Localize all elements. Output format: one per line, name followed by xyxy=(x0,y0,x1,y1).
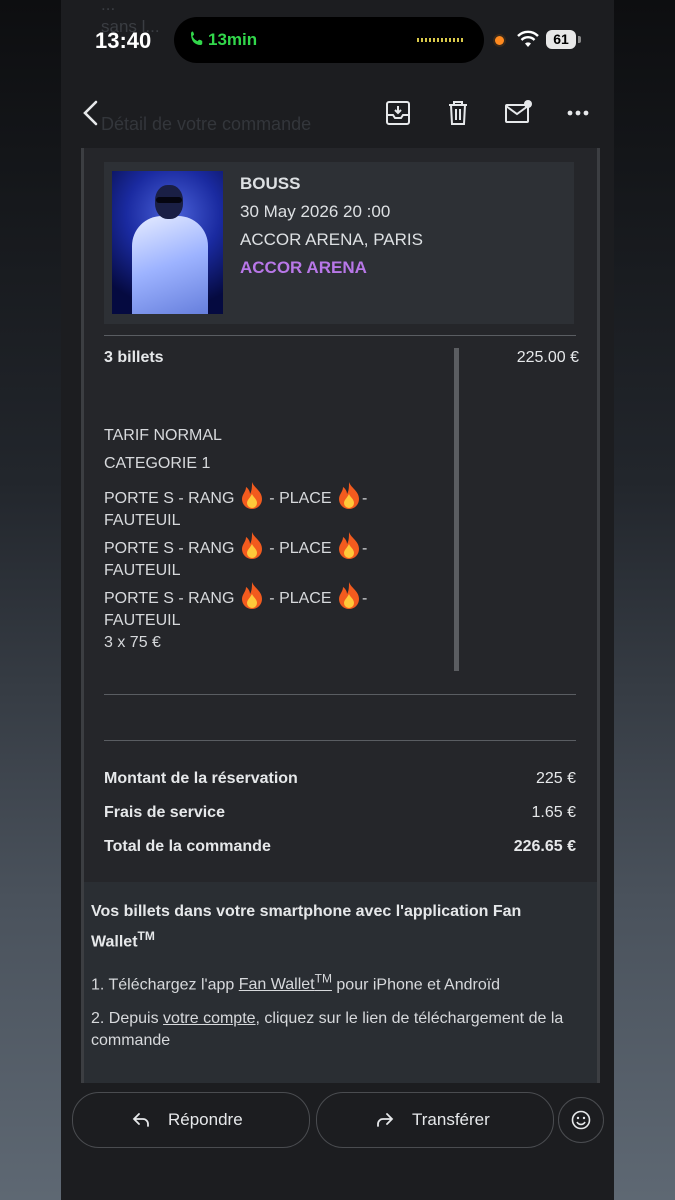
email-body: BOUSS 30 May 2026 20 :00 ACCOR ARENA, PA… xyxy=(81,148,600,1083)
forward-button[interactable]: Transférer xyxy=(316,1092,554,1148)
fire-emoji xyxy=(241,482,262,509)
back-icon[interactable] xyxy=(75,96,109,130)
reply-button[interactable]: Répondre xyxy=(72,1092,310,1148)
fire-emoji xyxy=(241,532,262,559)
unit-price: 3 x 75 € xyxy=(104,634,161,651)
battery-indicator: 61 xyxy=(546,30,576,49)
tickets-price: 225.00 € xyxy=(516,349,579,366)
fire-emoji xyxy=(241,582,262,609)
emoji-icon xyxy=(571,1110,591,1130)
divider xyxy=(104,335,576,336)
artist-poster-image xyxy=(112,171,223,314)
fire-emoji xyxy=(338,532,359,559)
tariff-label: TARIF NORMAL xyxy=(104,427,222,444)
event-date: 30 May 2026 20 :00 xyxy=(240,202,391,221)
clock: 13:40 xyxy=(95,28,152,53)
total-value: 226.65 € xyxy=(513,838,576,855)
venue-link[interactable]: ACCOR ARENA xyxy=(240,258,367,278)
dynamic-island-call[interactable]: 13min xyxy=(174,17,484,63)
emoji-reaction-button[interactable] xyxy=(558,1097,604,1143)
wifi-icon xyxy=(517,30,539,47)
reservation-value: 225 € xyxy=(535,770,576,787)
scrolled-heading-ghost: Détail de votre commande xyxy=(101,114,312,134)
fan-wallet-link[interactable]: Fan WalletTM xyxy=(239,972,332,993)
wallet-step-2: 2. Depuis votre compte, cliquez sur le l… xyxy=(91,1010,564,1049)
event-card: BOUSS 30 May 2026 20 :00 ACCOR ARENA, PA… xyxy=(104,162,574,324)
fire-emoji xyxy=(338,482,359,509)
archive-icon[interactable] xyxy=(381,96,415,130)
fees-label: Frais de service xyxy=(104,804,225,821)
event-venue: ACCOR ARENA, PARIS xyxy=(240,230,423,249)
reply-icon xyxy=(132,1113,149,1127)
forward-icon xyxy=(377,1113,394,1127)
phone-icon xyxy=(191,31,203,45)
category-label: CATEGORIE 1 xyxy=(104,455,211,472)
column-divider xyxy=(454,348,459,671)
forward-label: Transférer xyxy=(412,1110,490,1129)
wallet-step-1: 1. Téléchargez l'app Fan WalletTM pour i… xyxy=(91,972,501,994)
fees-value: 1.65 € xyxy=(531,804,576,821)
reply-label: Répondre xyxy=(168,1110,243,1129)
account-link[interactable]: votre compte xyxy=(163,1010,255,1027)
reservation-label: Montant de la réservation xyxy=(104,770,298,787)
fan-wallet-section: Vos billets dans votre smartphone avec l… xyxy=(84,882,597,1083)
divider xyxy=(104,694,576,695)
divider xyxy=(104,740,576,741)
trash-icon[interactable] xyxy=(441,96,475,130)
mark-unread-icon[interactable] xyxy=(501,96,535,130)
call-duration: 13min xyxy=(208,30,258,49)
wallet-title: Vos billets dans votre smartphone avec l… xyxy=(91,903,522,951)
seat-line-3: PORTE S - RANG - PLACE - FAUTEUIL xyxy=(104,581,394,632)
fire-emoji xyxy=(338,582,359,609)
tickets-count: 3 billets xyxy=(104,349,164,366)
event-artist: BOUSS xyxy=(240,174,301,193)
mic-indicator-dot xyxy=(495,36,504,45)
mail-app-screen: ... sans l... Détail de votre commande 1… xyxy=(61,0,614,1200)
more-icon[interactable] xyxy=(561,96,595,130)
seat-line-1: PORTE S - RANG - PLACE - FAUTEUIL xyxy=(104,481,394,532)
audio-wave-icon xyxy=(417,38,465,42)
total-label: Total de la commande xyxy=(104,838,271,855)
seat-line-2: PORTE S - RANG - PLACE - FAUTEUIL xyxy=(104,531,394,582)
battery-tip xyxy=(578,36,581,43)
